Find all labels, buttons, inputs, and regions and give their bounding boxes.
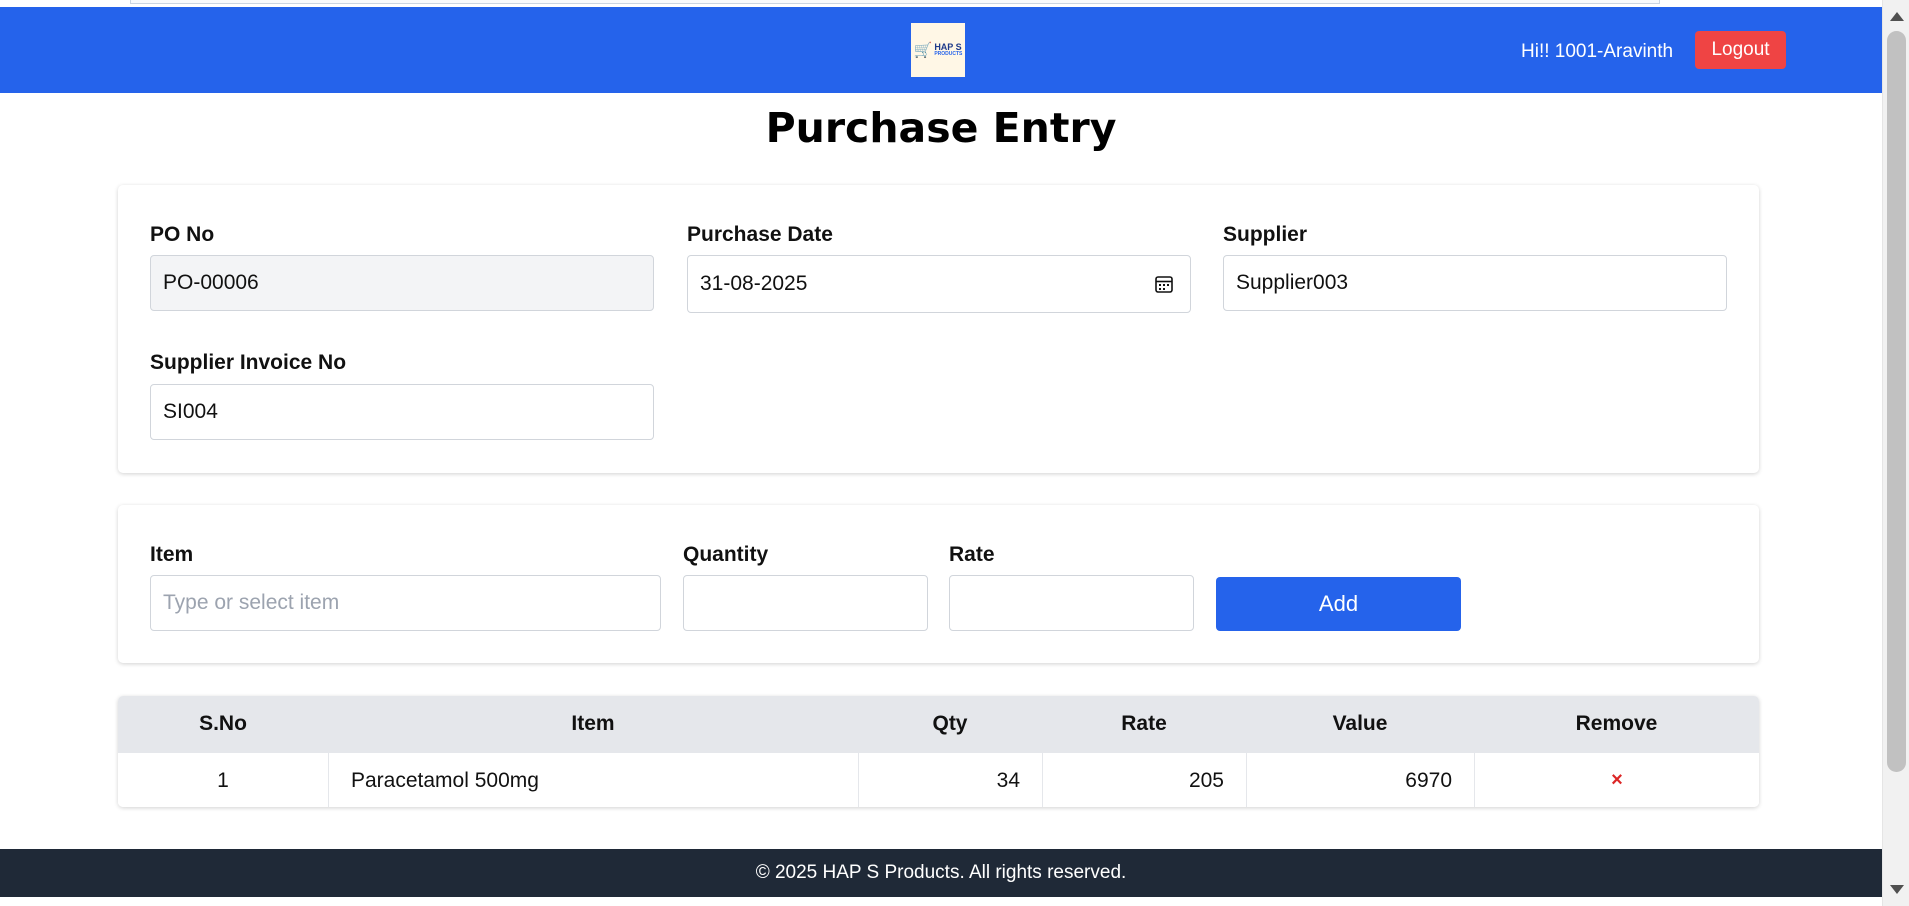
page-title: Purchase Entry xyxy=(765,104,1117,152)
scrollbar-thumb[interactable] xyxy=(1887,31,1906,772)
supplier-field[interactable]: Supplier003 xyxy=(1223,255,1727,311)
po-no-field[interactable]: PO-00006 xyxy=(150,255,654,311)
rate-label: Rate xyxy=(949,543,995,566)
quantity-label: Quantity xyxy=(683,543,769,566)
logo-brand-subtext: PRODUCTS xyxy=(934,51,963,57)
top-header: 🛒 HAP S PRODUCTS Hi!! 1001-Aravinth Logo… xyxy=(0,7,1882,93)
calendar-icon[interactable] xyxy=(1154,274,1174,294)
item-label: Item xyxy=(150,543,194,566)
scroll-down-arrow-icon[interactable] xyxy=(1890,885,1904,894)
cell-sno: 1 xyxy=(217,768,229,792)
column-header-remove: Remove xyxy=(1575,712,1658,735)
quantity-input[interactable] xyxy=(683,575,928,631)
cell-rate: 205 xyxy=(1042,753,1246,807)
table-header: S.No Item Qty Rate Value Remove xyxy=(118,696,1759,752)
cell-qty: 34 xyxy=(858,753,1042,807)
logo-text: HAP S PRODUCTS xyxy=(934,43,962,57)
purchase-items-table: S.No Item Qty Rate Value Remove 1 Parace… xyxy=(118,696,1759,807)
cell-value: 6970 xyxy=(1246,753,1474,807)
cell-item: Paracetamol 500mg xyxy=(328,753,858,807)
browser-top-edge xyxy=(130,0,1660,4)
viewport: 🛒 HAP S PRODUCTS Hi!! 1001-Aravinth Logo… xyxy=(0,0,1882,906)
cell-remove: × xyxy=(1474,753,1759,807)
purchase-date-value: 31-08-2025 xyxy=(700,272,808,295)
vertical-scrollbar[interactable] xyxy=(1882,0,1909,906)
column-header-rate: Rate xyxy=(1121,712,1167,735)
po-no-label: PO No xyxy=(150,223,215,246)
scroll-up-arrow-icon[interactable] xyxy=(1890,12,1904,21)
purchase-date-label: Purchase Date xyxy=(687,223,833,246)
column-header-value: Value xyxy=(1332,712,1388,735)
purchase-date-field[interactable]: 31-08-2025 xyxy=(687,255,1191,313)
supplier-invoice-field[interactable]: SI004 xyxy=(150,384,654,440)
item-input[interactable]: Type or select item xyxy=(150,575,661,631)
rate-input[interactable] xyxy=(949,575,1194,631)
user-greeting: Hi!! 1001-Aravinth xyxy=(1521,41,1674,62)
supplier-label: Supplier xyxy=(1223,223,1308,246)
column-header-qty: Qty xyxy=(932,712,968,735)
add-item-button[interactable]: Add xyxy=(1216,577,1461,631)
footer: © 2025 HAP S Products. All rights reserv… xyxy=(0,849,1882,897)
supplier-invoice-label: Supplier Invoice No xyxy=(150,351,347,374)
column-header-sno: S.No xyxy=(199,712,247,735)
column-header-item: Item xyxy=(571,712,615,735)
logout-button[interactable]: Logout xyxy=(1695,31,1786,69)
remove-row-button[interactable]: × xyxy=(1611,769,1623,792)
shopping-cart-icon: 🛒 xyxy=(913,41,933,59)
table-row: 1 Paracetamol 500mg 34 205 6970 × xyxy=(118,752,1759,807)
logo[interactable]: 🛒 HAP S PRODUCTS xyxy=(911,23,965,77)
footer-copyright: © 2025 HAP S Products. All rights reserv… xyxy=(755,862,1127,883)
